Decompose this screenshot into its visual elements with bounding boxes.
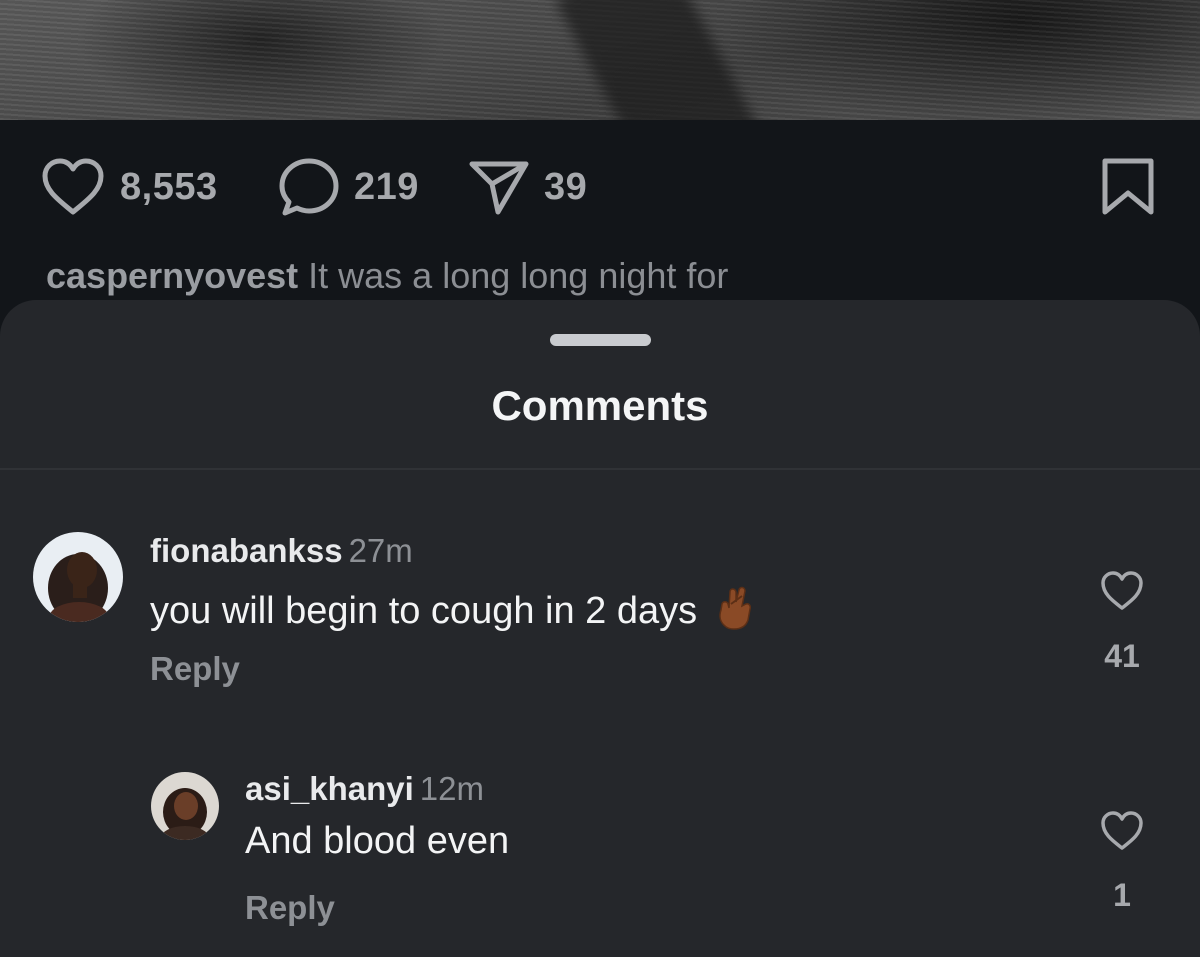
comment-text: And blood even [245,820,509,863]
comment-username-text[interactable]: fionabankss [150,532,343,569]
comment-like-count: 1 [1113,877,1131,913]
comment-time: 27m [348,532,413,569]
caption-username[interactable]: caspernyovest [46,255,298,296]
heart-icon[interactable] [1099,810,1145,852]
share-count: 39 [544,165,588,208]
caption-text: It was a long long night for [298,255,729,296]
photo-shadow [555,0,765,120]
save-action[interactable] [1100,157,1156,217]
post-viewer: 8,553 219 39 caspernyovest It was a long… [0,0,1200,957]
post-photo[interactable] [0,0,1200,120]
avatar[interactable] [151,772,219,840]
send-icon [469,161,529,215]
comments-sheet: Comments fionabankss 27m you will begin t… [0,300,1200,957]
sheet-divider [0,468,1200,470]
like-action[interactable]: 8,553 [40,157,218,217]
comment-username[interactable]: fionabankss 27m [150,532,413,570]
like-count: 8,553 [120,165,218,208]
comment-username-text[interactable]: asi_khanyi [245,770,414,807]
comment-text: you will begin to cough in 2 days [150,582,753,640]
comment-action[interactable]: 219 [278,157,419,217]
avatar[interactable] [33,532,123,622]
heart-icon [42,158,104,215]
reply-button[interactable]: Reply [150,650,240,688]
comment-bubble-icon [279,158,339,216]
comment-like-count: 41 [1104,638,1140,674]
comment-body: you will begin to cough in 2 days [150,589,698,632]
reply-button[interactable]: Reply [245,889,335,927]
heart-icon[interactable] [1099,570,1145,612]
comment-username[interactable]: asi_khanyi 12m [245,770,484,808]
bookmark-icon [1102,158,1154,215]
comment-time: 12m [419,770,484,807]
comment-count: 219 [354,165,419,208]
sheet-title: Comments [491,382,709,429]
share-action[interactable]: 39 [468,157,587,217]
post-caption: caspernyovest It was a long long night f… [46,255,728,297]
sheet-drag-handle[interactable] [550,334,651,346]
comment-body: And blood even [245,820,510,862]
post-action-bar: 8,553 219 39 [0,120,1200,255]
crossed-fingers-icon [715,582,753,640]
